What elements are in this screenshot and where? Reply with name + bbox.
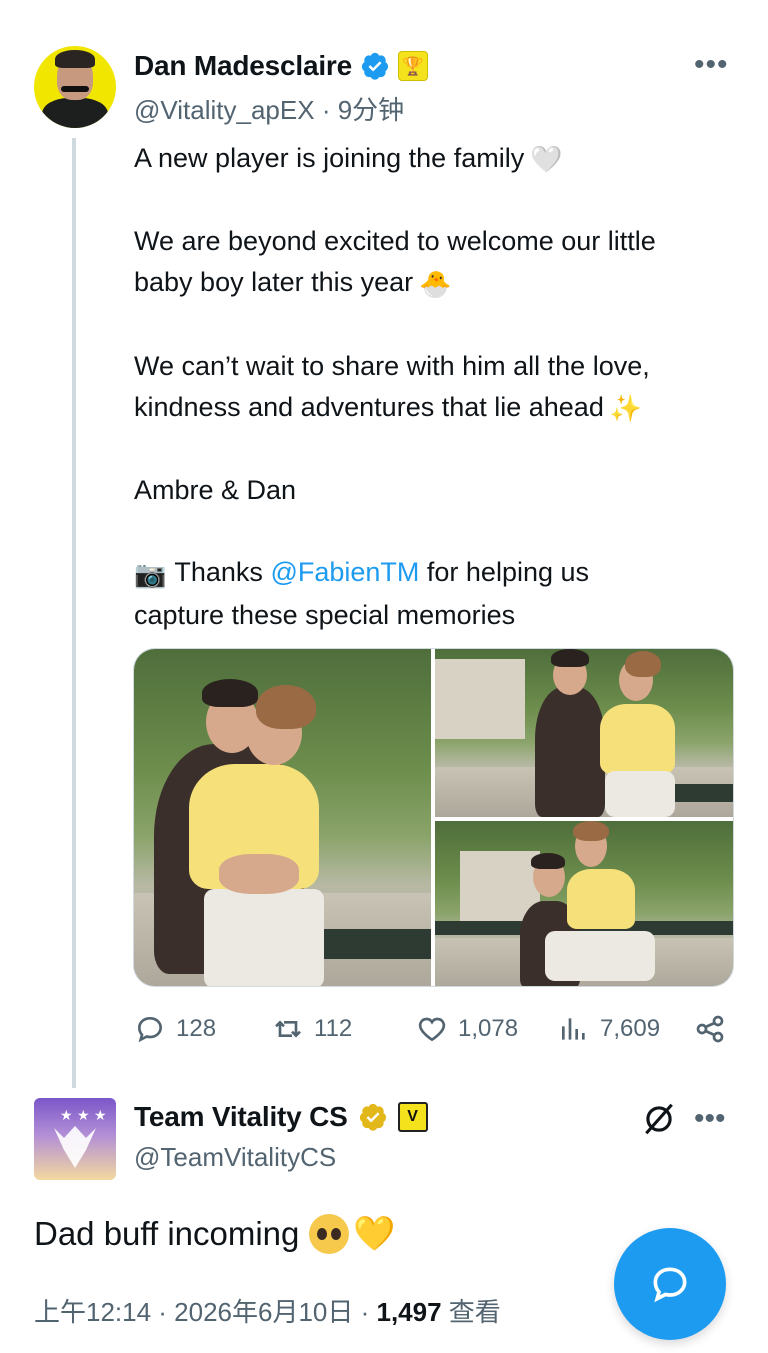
reply-views-count: 1,497	[376, 1297, 442, 1327]
pleading-face-icon	[309, 1214, 350, 1254]
reply-count: 128	[176, 1015, 217, 1042]
author-handle[interactable]: @Vitality_apEX	[134, 95, 315, 125]
reply-author-row: Team Vitality CS V	[134, 1101, 428, 1133]
author-name[interactable]: Dan Madesclaire	[134, 50, 352, 82]
dot-separator: ·	[321, 95, 338, 125]
team-avatar[interactable]: ★ ★ ★	[34, 1098, 116, 1180]
like-count: 1,078	[458, 1015, 519, 1042]
sparkles-icon: ✨	[609, 393, 643, 424]
tweet-line: Ambre & Dan	[134, 475, 297, 506]
reply-more-options-button[interactable]: •••	[694, 1104, 726, 1134]
handle-row: @Vitality_apEX · 9分钟	[134, 90, 404, 127]
reply-handle[interactable]: @TeamVitalityCS	[134, 1142, 336, 1173]
verified-icon	[361, 52, 389, 80]
vitality-logo-icon: ★ ★ ★	[54, 1108, 107, 1168]
photo-3[interactable]	[435, 821, 733, 986]
team-badge-icon: V	[397, 1102, 428, 1132]
timestamp[interactable]: 上午12:14 · 2026年6月10日 ·	[34, 1297, 377, 1327]
svg-text:★ ★ ★: ★ ★ ★	[60, 1108, 107, 1124]
trophy-icon: 🏆	[398, 51, 428, 81]
compose-reply-button[interactable]	[614, 1228, 726, 1340]
share-button[interactable]	[694, 1013, 726, 1045]
views-icon	[562, 1018, 585, 1040]
gold-verified-icon	[359, 1103, 386, 1131]
author-row: Dan Madesclaire 🏆	[134, 50, 428, 82]
compose-icon	[653, 1267, 687, 1303]
thread-line	[72, 138, 76, 1088]
like-icon	[418, 1017, 446, 1042]
time-ago[interactable]: 9分钟	[338, 95, 404, 125]
views-button[interactable]: 7,609	[558, 1013, 660, 1045]
timestamp-row: 上午12:14 · 2026年6月10日 · 1,497 查看	[34, 1292, 501, 1329]
retweet-icon	[275, 1020, 301, 1038]
views-label: 查看	[441, 1297, 501, 1327]
camera-icon: 📷	[134, 558, 167, 589]
photo-1[interactable]	[134, 649, 431, 986]
media-grid	[133, 648, 734, 987]
retweet-button[interactable]: 112	[272, 1013, 352, 1045]
reply-author-name[interactable]: Team Vitality CS	[134, 1101, 348, 1133]
tweet-line: capture these special memories	[134, 599, 516, 630]
tweet-line: We are beyond excited to welcome our lit…	[134, 226, 656, 257]
tweet-line: baby boy later this year	[134, 267, 414, 298]
avatar[interactable]	[34, 46, 116, 128]
tweet-text: A new player is joining the family 🤍 We a…	[134, 138, 744, 636]
tweet-line: A new player is joining the family	[134, 143, 525, 173]
reply-icon	[137, 1016, 163, 1043]
retweet-count: 112	[314, 1015, 353, 1042]
mention-link[interactable]: @FabienTM	[270, 557, 419, 587]
photo-2[interactable]	[435, 649, 733, 817]
tweet-line: Thanks	[174, 557, 263, 588]
tweet-line: for helping us	[426, 557, 590, 588]
grok-icon[interactable]	[640, 1100, 678, 1138]
reply-text-content: Dad buff incoming	[34, 1215, 300, 1252]
share-icon	[696, 1015, 724, 1043]
tweet-line: We can’t wait to share with him all the …	[134, 350, 650, 381]
more-options-button[interactable]: •••	[694, 50, 729, 80]
reply-text: Dad buff incoming 💛	[34, 1210, 396, 1258]
action-bar: 128 112 1,078 7,609	[134, 1013, 734, 1053]
views-count: 7,609	[600, 1015, 661, 1042]
chick-icon: 🐣	[419, 268, 452, 299]
yellow-heart-icon: 💛	[353, 1215, 396, 1253]
reply-button[interactable]: 128	[134, 1013, 216, 1045]
white-heart-icon: 🤍	[530, 144, 563, 175]
tweet-line: kindness and adventures that lie ahead	[134, 391, 604, 422]
like-button[interactable]: 1,078	[416, 1013, 518, 1045]
